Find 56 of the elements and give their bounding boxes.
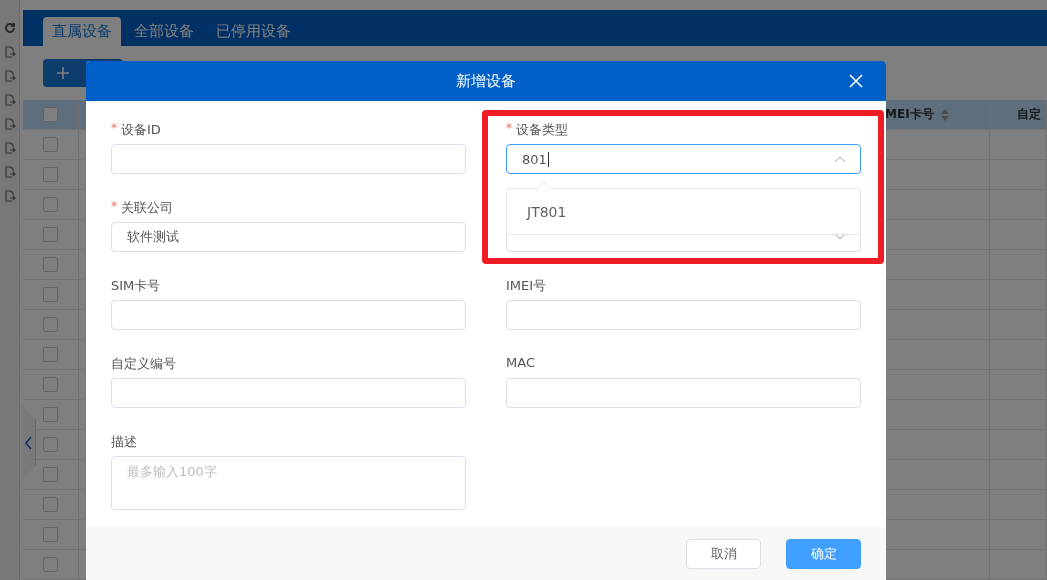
textarea-field[interactable]: 最多输入100字 bbox=[111, 456, 466, 510]
export-icon[interactable] bbox=[3, 190, 16, 202]
checkbox[interactable] bbox=[43, 137, 58, 152]
required-mark: * bbox=[111, 199, 117, 213]
export-icon[interactable] bbox=[3, 70, 16, 82]
export-icon[interactable] bbox=[3, 94, 16, 106]
checkbox[interactable] bbox=[43, 527, 58, 542]
close-icon[interactable] bbox=[848, 73, 864, 89]
checkbox[interactable] bbox=[43, 437, 58, 452]
chevron-icon bbox=[834, 233, 846, 241]
tab[interactable]: 直属设备 bbox=[43, 16, 121, 46]
tab[interactable]: 已停用设备 bbox=[207, 16, 300, 46]
field-label: 设备ID bbox=[121, 121, 161, 139]
select-field[interactable]: 801 bbox=[506, 144, 861, 174]
checkbox[interactable] bbox=[43, 497, 58, 512]
checkbox[interactable] bbox=[43, 467, 58, 482]
input-field[interactable] bbox=[111, 144, 466, 174]
dialog-title: 新增设备 bbox=[456, 71, 516, 91]
input-field[interactable] bbox=[506, 378, 861, 408]
dropdown-option[interactable]: JT801 bbox=[527, 203, 567, 220]
plus-icon bbox=[57, 66, 69, 79]
field-label: MAC bbox=[506, 355, 535, 370]
tab[interactable]: 全部设备 bbox=[125, 16, 203, 46]
checkbox[interactable] bbox=[43, 167, 58, 182]
refresh-icon[interactable] bbox=[3, 22, 16, 34]
required-mark: * bbox=[111, 121, 117, 135]
input-field[interactable]: 软件测试 bbox=[111, 222, 466, 252]
field-label: SIM卡号 bbox=[111, 277, 161, 295]
field-label: IMEI号 bbox=[506, 277, 547, 295]
sort-icon[interactable] bbox=[939, 108, 950, 121]
checkbox[interactable] bbox=[43, 227, 58, 242]
export-icon[interactable] bbox=[3, 118, 16, 130]
required-mark: * bbox=[506, 121, 512, 135]
field-label: 描述 bbox=[111, 433, 137, 451]
export-icon[interactable] bbox=[3, 166, 16, 178]
confirm-button[interactable]: 确定 bbox=[786, 538, 861, 569]
field-label: 设备类型 bbox=[516, 121, 568, 139]
checkbox[interactable] bbox=[43, 407, 58, 422]
cancel-button[interactable]: 取消 bbox=[686, 538, 761, 569]
checkbox[interactable] bbox=[43, 197, 58, 212]
export-icon[interactable] bbox=[3, 46, 16, 58]
input-field[interactable] bbox=[506, 300, 861, 330]
field-label: 关联公司 bbox=[121, 199, 173, 217]
checkbox[interactable] bbox=[43, 287, 58, 302]
checkbox[interactable] bbox=[43, 347, 58, 362]
chevron-left-icon bbox=[25, 435, 32, 450]
input-field[interactable] bbox=[111, 378, 466, 408]
field-label: 自定义编号 bbox=[111, 355, 176, 373]
checkbox[interactable] bbox=[43, 377, 58, 392]
column-header[interactable]: 自定 bbox=[990, 106, 1041, 123]
checkbox[interactable] bbox=[43, 257, 58, 272]
checkbox[interactable] bbox=[43, 107, 58, 122]
checkbox[interactable] bbox=[43, 557, 58, 572]
export-icon[interactable] bbox=[3, 142, 16, 154]
input-field[interactable] bbox=[111, 300, 466, 330]
checkbox[interactable] bbox=[43, 317, 58, 332]
